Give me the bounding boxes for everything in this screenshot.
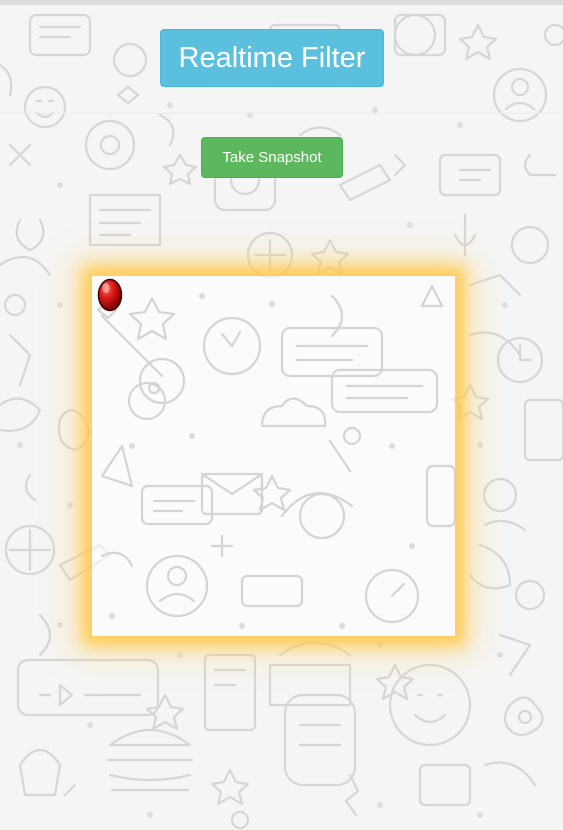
red-ball-icon[interactable] xyxy=(97,278,123,312)
header-divider xyxy=(0,113,563,114)
take-snapshot-button[interactable]: Take Snapshot xyxy=(201,137,343,178)
page-title: Realtime Filter xyxy=(160,29,384,87)
filter-canvas[interactable] xyxy=(92,276,455,636)
canvas-doodle-layer xyxy=(96,284,455,629)
